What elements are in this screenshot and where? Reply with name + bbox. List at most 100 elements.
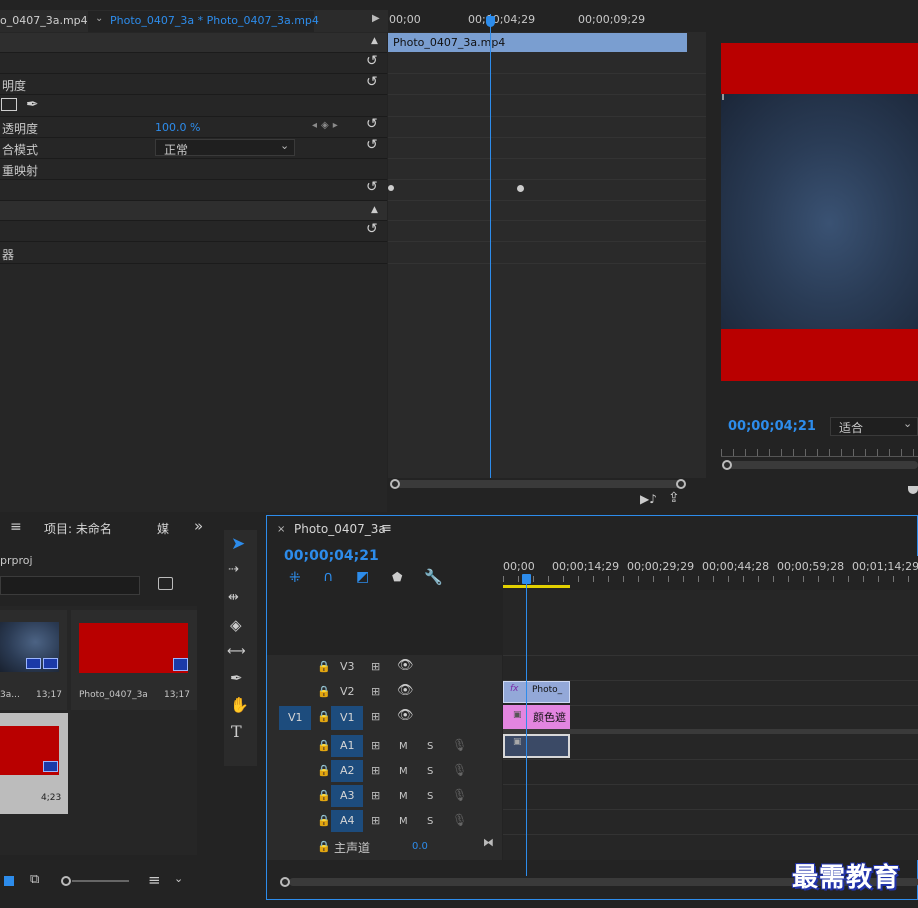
collapse-icon[interactable]: ▲ bbox=[371, 36, 378, 46]
effect-zoom-scrollbar[interactable] bbox=[394, 480, 682, 488]
ripple-edit-tool-icon[interactable]: ⇹ bbox=[228, 590, 239, 605]
mask-rectangle-icon[interactable] bbox=[1, 98, 17, 111]
scroll-handle-left[interactable] bbox=[280, 877, 290, 887]
zoom-slider-track[interactable] bbox=[72, 880, 129, 882]
blend-mode-select[interactable]: 正常 ⌄ bbox=[155, 139, 295, 157]
eye-icon[interactable]: 👁 bbox=[397, 683, 414, 698]
find-icon[interactable] bbox=[158, 577, 173, 590]
chevron-down-icon[interactable]: ⌄ bbox=[174, 872, 183, 885]
playhead-handle[interactable] bbox=[522, 574, 531, 584]
zoom-slider-handle[interactable] bbox=[61, 876, 71, 886]
more-tabs-icon[interactable]: » bbox=[194, 517, 203, 535]
pen-icon[interactable]: ✒ bbox=[26, 95, 39, 113]
panel-menu-icon[interactable]: ≡ bbox=[381, 521, 392, 536]
program-timecode[interactable]: 00;00;04;21 bbox=[728, 419, 816, 434]
track-v3[interactable]: V3 bbox=[331, 656, 363, 678]
lock-icon[interactable]: 🔒 bbox=[317, 814, 331, 827]
type-tool-icon[interactable]: T bbox=[231, 722, 242, 741]
wrench-icon[interactable]: 🔧 bbox=[424, 568, 443, 586]
clip-v2-photo[interactable]: fx Photo_ bbox=[503, 681, 570, 703]
source-patch-v1[interactable]: V1 bbox=[279, 706, 311, 730]
lock-icon[interactable]: 🔒 bbox=[317, 660, 331, 673]
source-clip-tab[interactable]: o_0407_3a.mp4 bbox=[0, 14, 88, 27]
lock-icon[interactable]: 🔒 bbox=[317, 764, 331, 777]
opacity-value[interactable]: 100.0 % bbox=[155, 121, 200, 134]
mute-button[interactable]: M bbox=[399, 791, 408, 802]
add-marker-icon[interactable]: ⬟ bbox=[392, 570, 402, 584]
sequence-timecode[interactable]: 00;00;04;21 bbox=[284, 548, 379, 564]
program-ruler[interactable] bbox=[721, 449, 918, 457]
snap-icon[interactable]: ∩ bbox=[323, 569, 333, 585]
solo-button[interactable]: S bbox=[427, 741, 433, 752]
reset-icon[interactable]: ↺ bbox=[366, 53, 378, 69]
lock-icon[interactable]: 🔒 bbox=[317, 710, 331, 723]
solo-button[interactable]: S bbox=[427, 766, 433, 777]
sequence-tab[interactable]: Photo_0407_3a bbox=[294, 522, 386, 536]
clip-v1-color-matte[interactable]: ▣ 颜色遮 bbox=[503, 705, 570, 729]
sort-icon[interactable]: ≡ bbox=[148, 871, 161, 889]
track-select-tool-icon[interactable]: ⇢ bbox=[228, 562, 239, 577]
sync-lock-icon[interactable]: ⊞ bbox=[371, 685, 380, 698]
keyframe-dot[interactable] bbox=[388, 185, 394, 191]
selection-tool-icon[interactable]: ➤ bbox=[231, 534, 245, 554]
project-item-selected[interactable]: 4;23 bbox=[0, 713, 68, 814]
sync-lock-icon[interactable]: ⊞ bbox=[371, 789, 380, 802]
go-to-end-icon[interactable]: ⧓ bbox=[483, 836, 494, 849]
sequence-playhead[interactable] bbox=[526, 576, 527, 876]
effect-clip-bar[interactable]: Photo_0407_3a.mp4 bbox=[388, 33, 687, 52]
eye-icon[interactable]: 👁 bbox=[397, 708, 414, 723]
track-a1[interactable]: A1 bbox=[331, 735, 363, 757]
effect-playhead[interactable] bbox=[490, 14, 491, 478]
keyframe-dot[interactable] bbox=[517, 185, 524, 192]
solo-button[interactable]: S bbox=[427, 816, 433, 827]
reset-icon[interactable]: ↺ bbox=[366, 137, 378, 153]
slip-tool-icon[interactable]: ⟷ bbox=[227, 644, 246, 659]
playhead-handle[interactable] bbox=[486, 16, 495, 27]
mute-button[interactable]: M bbox=[399, 766, 408, 777]
hand-tool-icon[interactable]: ✋ bbox=[230, 696, 249, 714]
track-v1[interactable]: V1 bbox=[331, 706, 363, 730]
scroll-handle-left[interactable] bbox=[722, 460, 732, 470]
collapse-icon[interactable]: ▲ bbox=[371, 205, 378, 215]
mute-button[interactable]: M bbox=[399, 741, 408, 752]
lock-icon[interactable]: 🔒 bbox=[317, 739, 331, 752]
project-item[interactable]: Photo_0407_3a 13;17 bbox=[71, 610, 197, 710]
media-browser-tab[interactable]: 媒 bbox=[157, 520, 169, 537]
play-only-icon[interactable]: ▶ bbox=[372, 13, 380, 24]
track-v2[interactable]: V2 bbox=[331, 681, 363, 703]
lock-icon[interactable]: 🔒 bbox=[317, 685, 331, 698]
fit-select[interactable]: 适合 ⌄ bbox=[830, 417, 918, 436]
eye-icon[interactable]: 👁 bbox=[397, 658, 414, 673]
mic-icon[interactable]: 🎙 bbox=[452, 763, 467, 777]
panel-menu-icon[interactable]: ≡ bbox=[10, 519, 22, 535]
program-scrollbar[interactable] bbox=[728, 461, 918, 469]
keyframe-nav-icon[interactable]: ◂◈▸ bbox=[312, 120, 342, 131]
sync-lock-icon[interactable]: ⊞ bbox=[371, 764, 380, 777]
export-icon[interactable]: ⇪ bbox=[668, 490, 680, 506]
effect-ruler[interactable]: 00;00 00;00;04;29 00;00;09;29 bbox=[388, 10, 706, 32]
sequence-ruler[interactable]: 00;00 00;00;14;29 00;00;29;29 00;00;44;2… bbox=[503, 556, 918, 590]
lock-icon[interactable]: 🔒 bbox=[317, 840, 331, 853]
sync-lock-icon[interactable]: ⊞ bbox=[371, 660, 380, 673]
scroll-handle-left[interactable] bbox=[390, 479, 400, 489]
scroll-handle-right[interactable] bbox=[676, 479, 686, 489]
work-area-bar[interactable] bbox=[503, 585, 570, 588]
project-tab[interactable]: 项目: 未命名 bbox=[44, 520, 112, 537]
project-item[interactable]: 3a... 13;17 bbox=[0, 610, 67, 710]
reset-icon[interactable]: ↺ bbox=[366, 179, 378, 195]
mic-icon[interactable]: 🎙 bbox=[452, 738, 467, 752]
list-view-icon[interactable] bbox=[4, 876, 14, 886]
lock-icon[interactable]: 🔒 bbox=[317, 789, 331, 802]
reset-icon[interactable]: ↺ bbox=[366, 116, 378, 132]
sync-lock-icon[interactable]: ⊞ bbox=[371, 814, 380, 827]
pen-tool-icon[interactable]: ✒ bbox=[230, 669, 243, 687]
sync-lock-icon[interactable]: ⊞ bbox=[371, 710, 380, 723]
nest-icon[interactable]: ⁜ bbox=[289, 570, 301, 586]
mic-icon[interactable]: 🎙 bbox=[452, 813, 467, 827]
sequence-clip-tab[interactable]: ⌄ Photo_0407_3a * Photo_0407_3a.mp4 bbox=[88, 11, 319, 32]
effect-timeline[interactable] bbox=[388, 32, 706, 478]
play-audio-icon[interactable]: ▶♪ bbox=[640, 492, 657, 506]
track-a4[interactable]: A4 bbox=[331, 810, 363, 832]
freeform-view-icon[interactable]: ⧉ bbox=[30, 872, 39, 887]
reset-icon[interactable]: ↺ bbox=[366, 74, 378, 90]
